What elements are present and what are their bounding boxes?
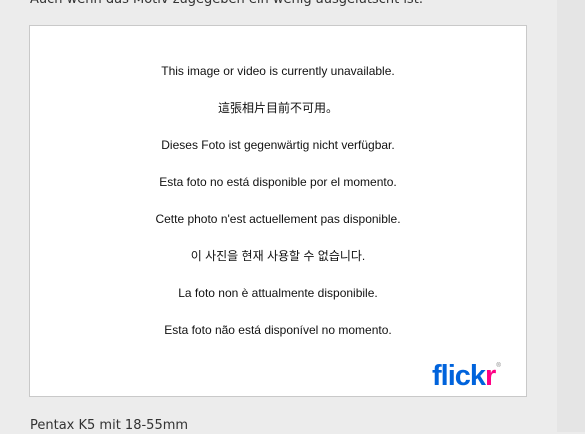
- unavailable-message-de: Dieses Foto ist gegenwärtig nicht verfüg…: [161, 138, 395, 152]
- flickr-logo-text-pink: r: [485, 360, 496, 392]
- flickr-logo[interactable]: flickr®: [432, 351, 501, 391]
- unavailable-message-pt: Esta foto não está disponível no momento…: [164, 323, 392, 337]
- unavailable-message-it: La foto non è attualmente disponibile.: [178, 286, 378, 300]
- flickr-embed-placeholder[interactable]: This image or video is currently unavail…: [29, 25, 527, 397]
- unavailable-message-es: Esta foto no está disponible por el mome…: [159, 175, 397, 189]
- flickr-logo-text-blue: flick: [432, 360, 486, 392]
- unavailable-message-fr: Cette photo n'est actuellement pas dispo…: [155, 212, 401, 226]
- unavailable-message-ko: 이 사진을 현재 사용할 수 없습니다.: [190, 249, 366, 263]
- article-intro-text: Auch wenn das Motiv zugegeben ein wenig …: [30, 0, 423, 8]
- registered-mark: ®: [496, 363, 501, 369]
- page-right-margin: [557, 0, 585, 432]
- unavailable-message-zh: 這張相片目前不可用。: [217, 101, 338, 115]
- unavailable-message-en: This image or video is currently unavail…: [161, 64, 395, 78]
